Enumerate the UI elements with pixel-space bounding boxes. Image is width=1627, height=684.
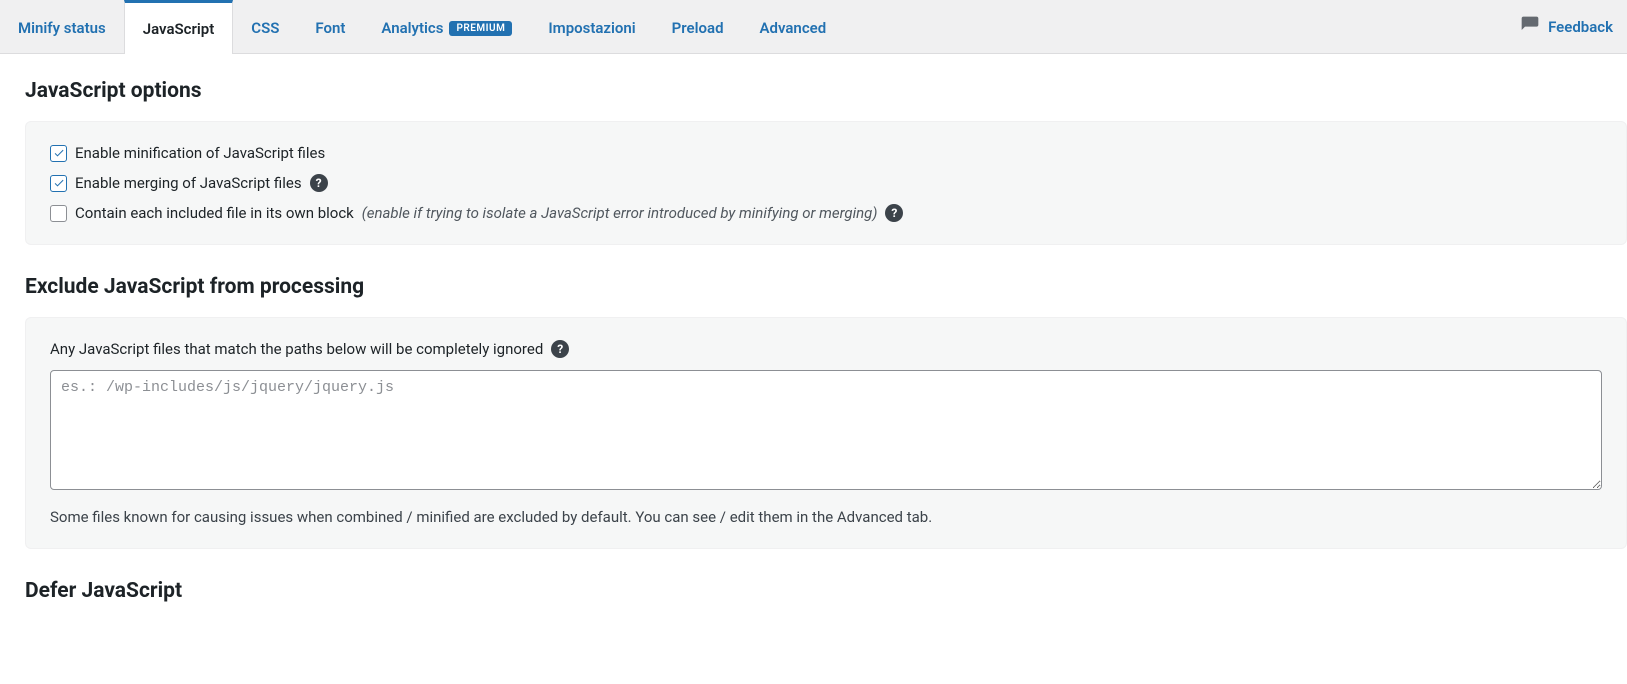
tab-bar: Minify status JavaScript CSS Font Analyt… bbox=[0, 0, 1627, 54]
tab-label: Impostazioni bbox=[548, 19, 635, 37]
option-enable-minification: Enable minification of JavaScript files bbox=[50, 144, 1602, 162]
tab-label: Preload bbox=[672, 19, 724, 37]
checkbox-enable-merging[interactable] bbox=[50, 175, 67, 192]
checkbox-contain-block[interactable] bbox=[50, 205, 67, 222]
help-icon[interactable]: ? bbox=[310, 174, 328, 192]
heading-defer: Defer JavaScript bbox=[25, 579, 1627, 603]
tab-label: Analytics bbox=[381, 19, 443, 37]
option-label: Enable minification of JavaScript files bbox=[75, 144, 325, 162]
content-area: JavaScript options Enable minification o… bbox=[0, 54, 1627, 661]
option-label: Enable merging of JavaScript files bbox=[75, 174, 302, 192]
tab-analytics[interactable]: Analytics PREMIUM bbox=[363, 0, 530, 53]
heading-exclude: Exclude JavaScript from processing bbox=[25, 275, 1627, 299]
option-label: Contain each included file in its own bl… bbox=[75, 204, 354, 222]
comment-icon bbox=[1520, 15, 1540, 39]
tab-font[interactable]: Font bbox=[297, 0, 363, 53]
tab-label: CSS bbox=[251, 19, 279, 37]
help-icon[interactable]: ? bbox=[551, 340, 569, 358]
panel-js-options: Enable minification of JavaScript files … bbox=[25, 121, 1627, 245]
tab-label: Advanced bbox=[760, 19, 827, 37]
feedback-label: Feedback bbox=[1548, 18, 1613, 36]
tab-css[interactable]: CSS bbox=[233, 0, 297, 53]
tab-preload[interactable]: Preload bbox=[654, 0, 742, 53]
option-contain-block: Contain each included file in its own bl… bbox=[50, 204, 1602, 222]
tab-minify-status[interactable]: Minify status bbox=[0, 0, 124, 53]
premium-badge: PREMIUM bbox=[449, 21, 512, 36]
checkbox-enable-minification[interactable] bbox=[50, 145, 67, 162]
tab-advanced[interactable]: Advanced bbox=[742, 0, 845, 53]
exclude-description: Any JavaScript files that match the path… bbox=[50, 340, 543, 358]
exclude-description-row: Any JavaScript files that match the path… bbox=[50, 340, 1602, 358]
panel-exclude: Any JavaScript files that match the path… bbox=[25, 317, 1627, 549]
tab-impostazioni[interactable]: Impostazioni bbox=[530, 0, 653, 53]
tab-label: Font bbox=[315, 19, 345, 37]
exclude-textarea[interactable] bbox=[50, 370, 1602, 490]
heading-js-options: JavaScript options bbox=[25, 79, 1627, 103]
exclude-footnote: Some files known for causing issues when… bbox=[50, 508, 1602, 526]
tab-label: JavaScript bbox=[143, 20, 215, 38]
help-icon[interactable]: ? bbox=[885, 204, 903, 222]
tab-label: Minify status bbox=[18, 19, 106, 37]
option-hint: (enable if trying to isolate a JavaScrip… bbox=[362, 204, 878, 222]
tab-javascript[interactable]: JavaScript bbox=[124, 0, 234, 54]
feedback-link[interactable]: Feedback bbox=[1506, 0, 1627, 53]
option-enable-merging: Enable merging of JavaScript files ? bbox=[50, 174, 1602, 192]
